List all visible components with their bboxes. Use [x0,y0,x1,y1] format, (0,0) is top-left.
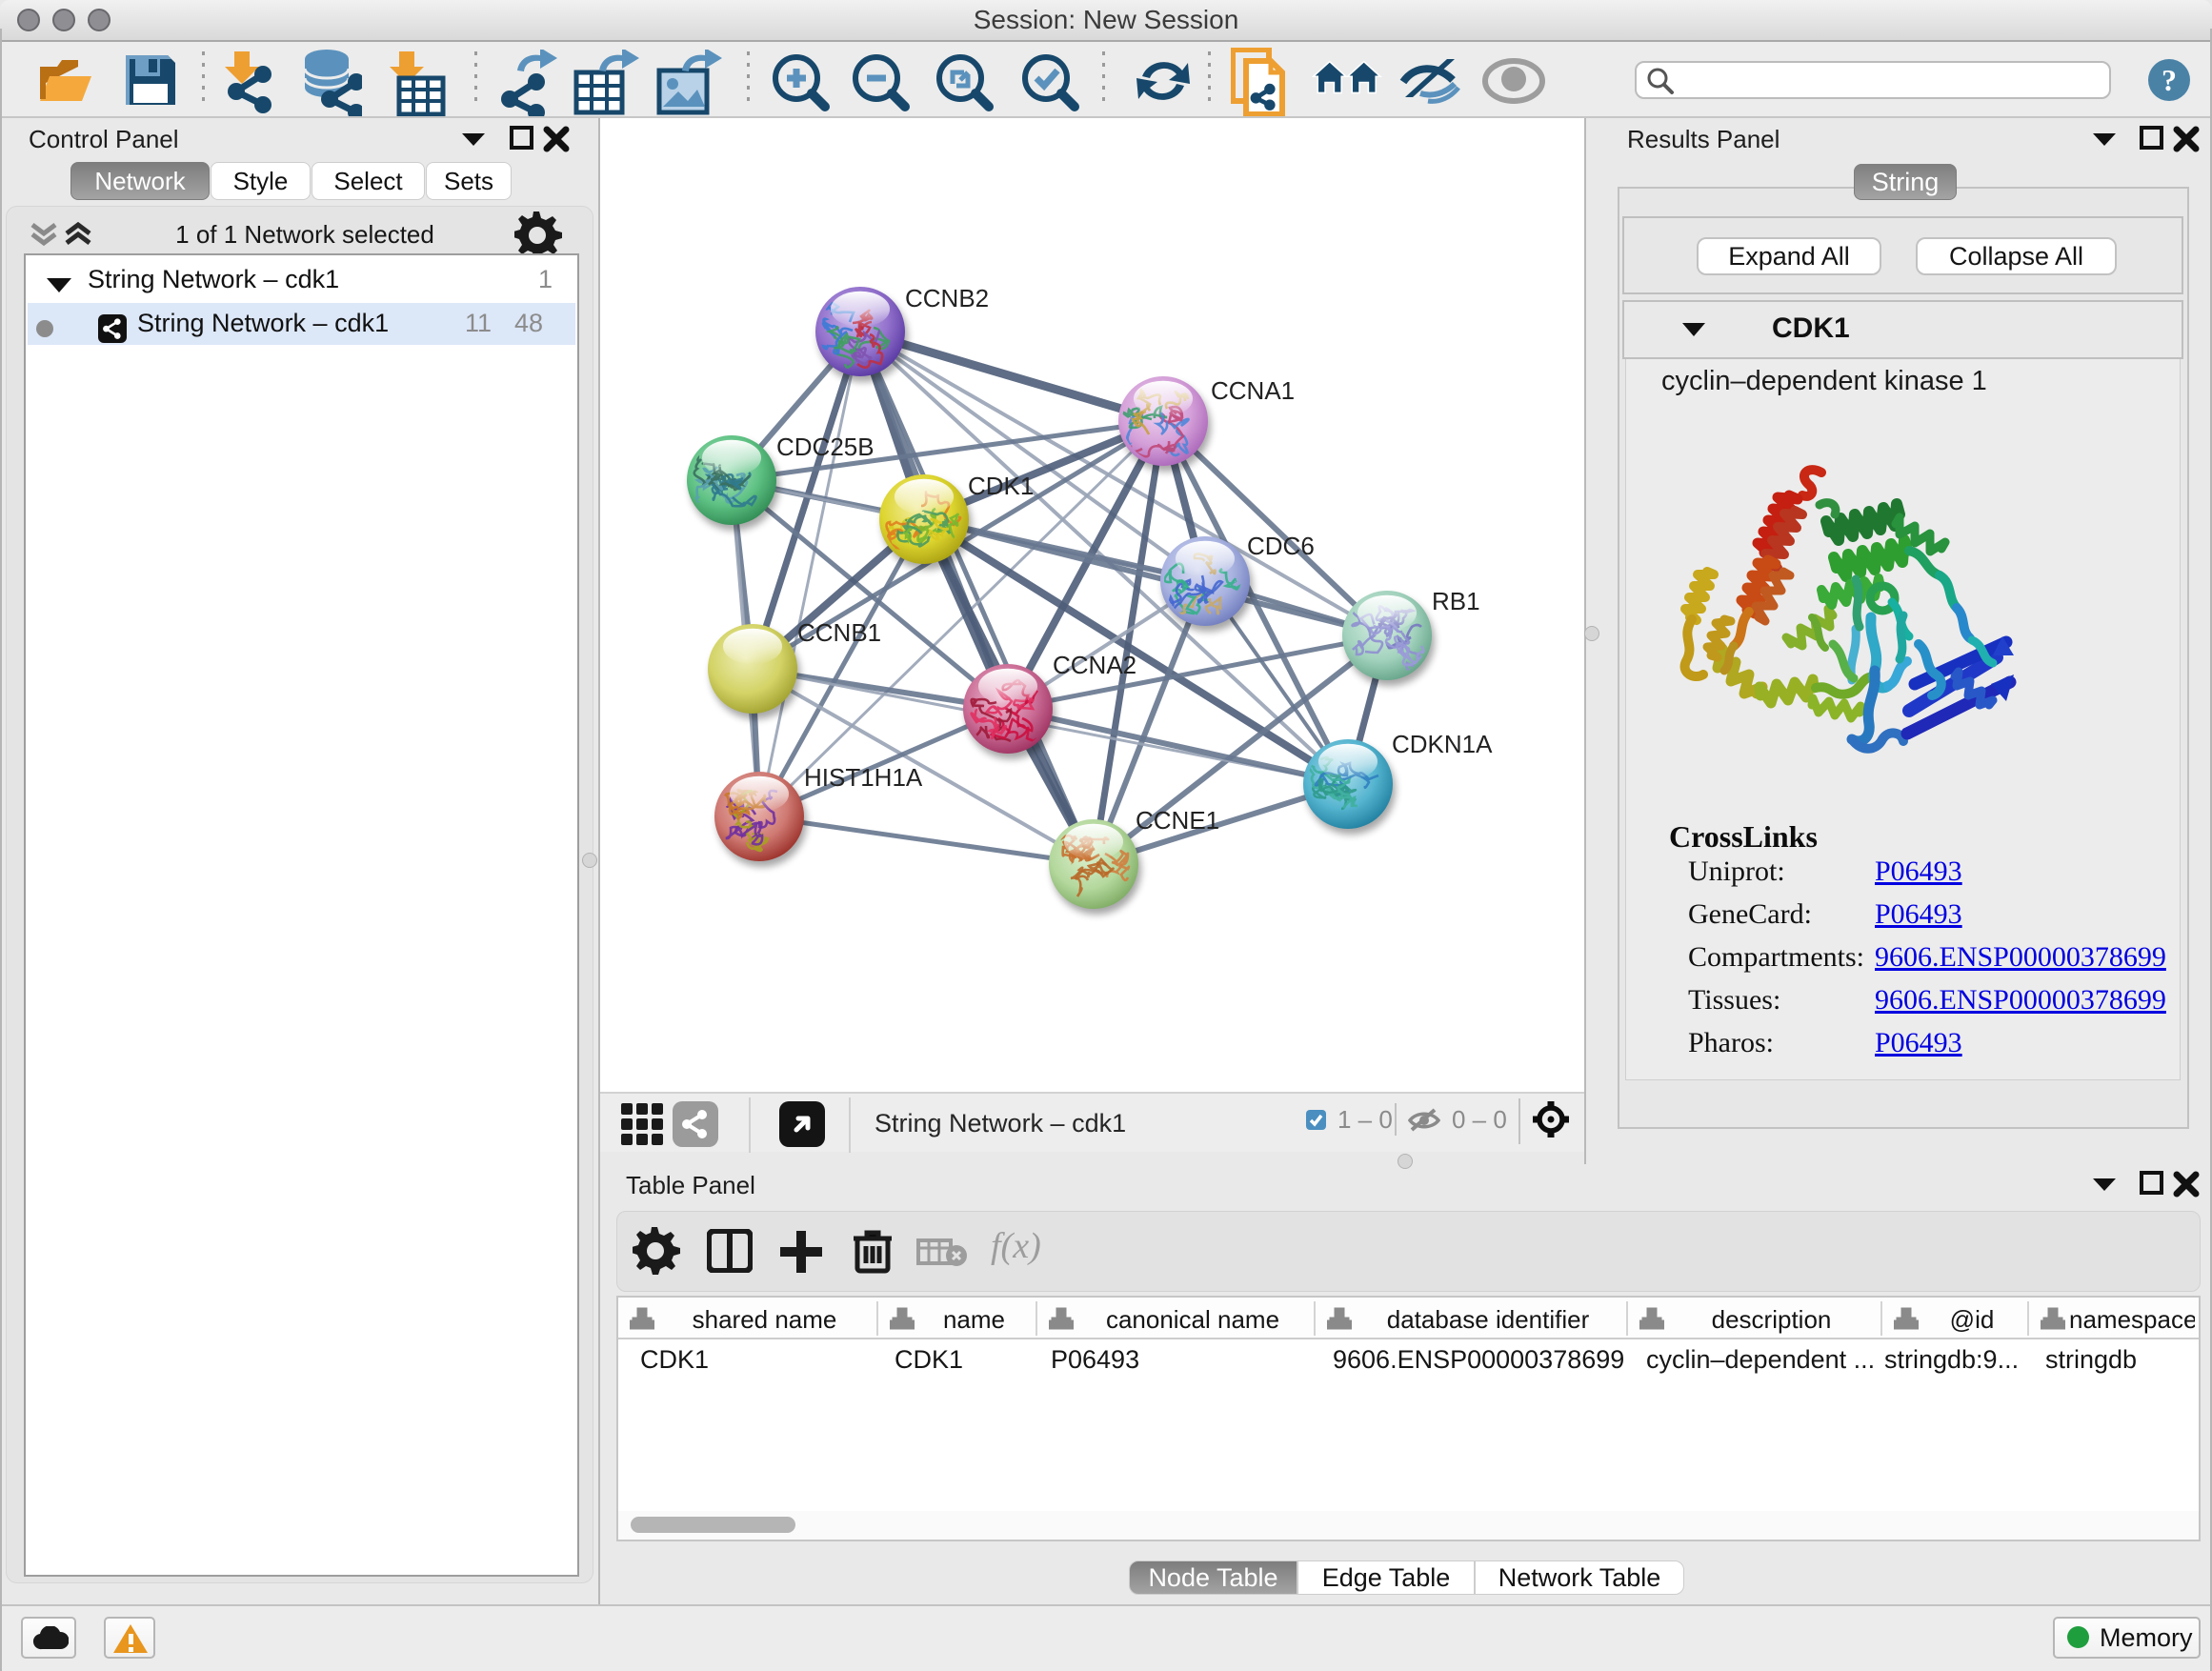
svg-text:RB1: RB1 [1432,587,1480,615]
svg-text:CDKN1A: CDKN1A [1392,730,1493,758]
svg-text:CCNA1: CCNA1 [1211,376,1295,405]
svg-text:CDC25B: CDC25B [776,433,875,461]
svg-text:CCNB1: CCNB1 [797,618,881,647]
svg-text:?: ? [2162,63,2177,97]
svg-text:CCNA2: CCNA2 [1053,651,1136,679]
svg-text:HIST1H1A: HIST1H1A [804,763,923,792]
svg-text:CCNE1: CCNE1 [1136,806,1219,835]
svg-text:CCNB2: CCNB2 [905,284,989,312]
svg-text:CDK1: CDK1 [968,472,1034,500]
svg-text:CDC6: CDC6 [1247,532,1315,560]
